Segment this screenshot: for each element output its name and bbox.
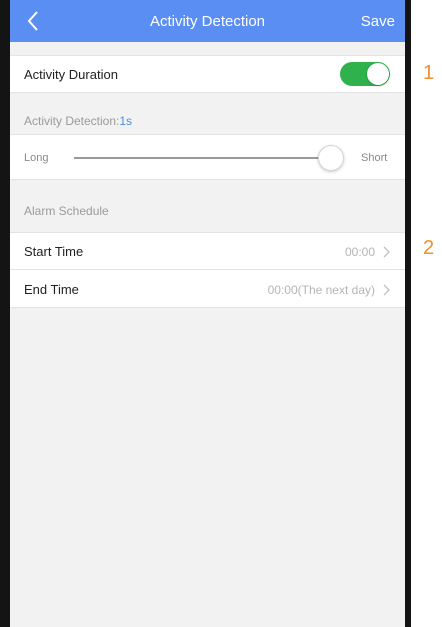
activity-detection-value: 1s bbox=[119, 114, 133, 128]
slider-short-label: Short bbox=[361, 152, 388, 164]
end-time-value: 00:00(The next day) bbox=[267, 283, 375, 297]
slider-thumb[interactable] bbox=[318, 145, 344, 171]
activity-detection-header: Activity Detection:1s bbox=[24, 114, 132, 128]
slider-track[interactable] bbox=[74, 157, 332, 159]
device-bezel-left bbox=[0, 0, 10, 627]
page-title: Activity Detection bbox=[149, 13, 266, 30]
annotation-1: 1 bbox=[423, 62, 435, 84]
slider-long-label: Long bbox=[24, 152, 49, 164]
alarm-schedule-header: Alarm Schedule bbox=[24, 204, 109, 218]
chevron-right-icon bbox=[383, 284, 390, 296]
annotation-2: 2 bbox=[423, 237, 435, 259]
end-time-row[interactable]: End Time 00:00(The next day) bbox=[10, 269, 405, 308]
sensitivity-slider-row: Long Short bbox=[10, 134, 405, 180]
device-bezel-right bbox=[405, 0, 411, 627]
start-time-value: 00:00 bbox=[344, 245, 375, 259]
toggle-knob bbox=[367, 63, 389, 85]
chevron-right-icon bbox=[383, 246, 390, 258]
activity-detection-label: Activity Detection: bbox=[24, 114, 120, 128]
start-time-label: Start Time bbox=[24, 244, 84, 259]
activity-duration-row: Activity Duration bbox=[10, 55, 405, 93]
save-button[interactable]: Save bbox=[361, 13, 395, 30]
phone-screen: Activity Detection Save Activity Duratio… bbox=[10, 0, 405, 627]
activity-duration-toggle[interactable] bbox=[340, 62, 390, 86]
end-time-label: End Time bbox=[24, 282, 79, 297]
activity-duration-label: Activity Duration bbox=[24, 67, 118, 82]
start-time-row[interactable]: Start Time 00:00 bbox=[10, 232, 405, 270]
nav-bar: Activity Detection Save bbox=[10, 0, 405, 42]
